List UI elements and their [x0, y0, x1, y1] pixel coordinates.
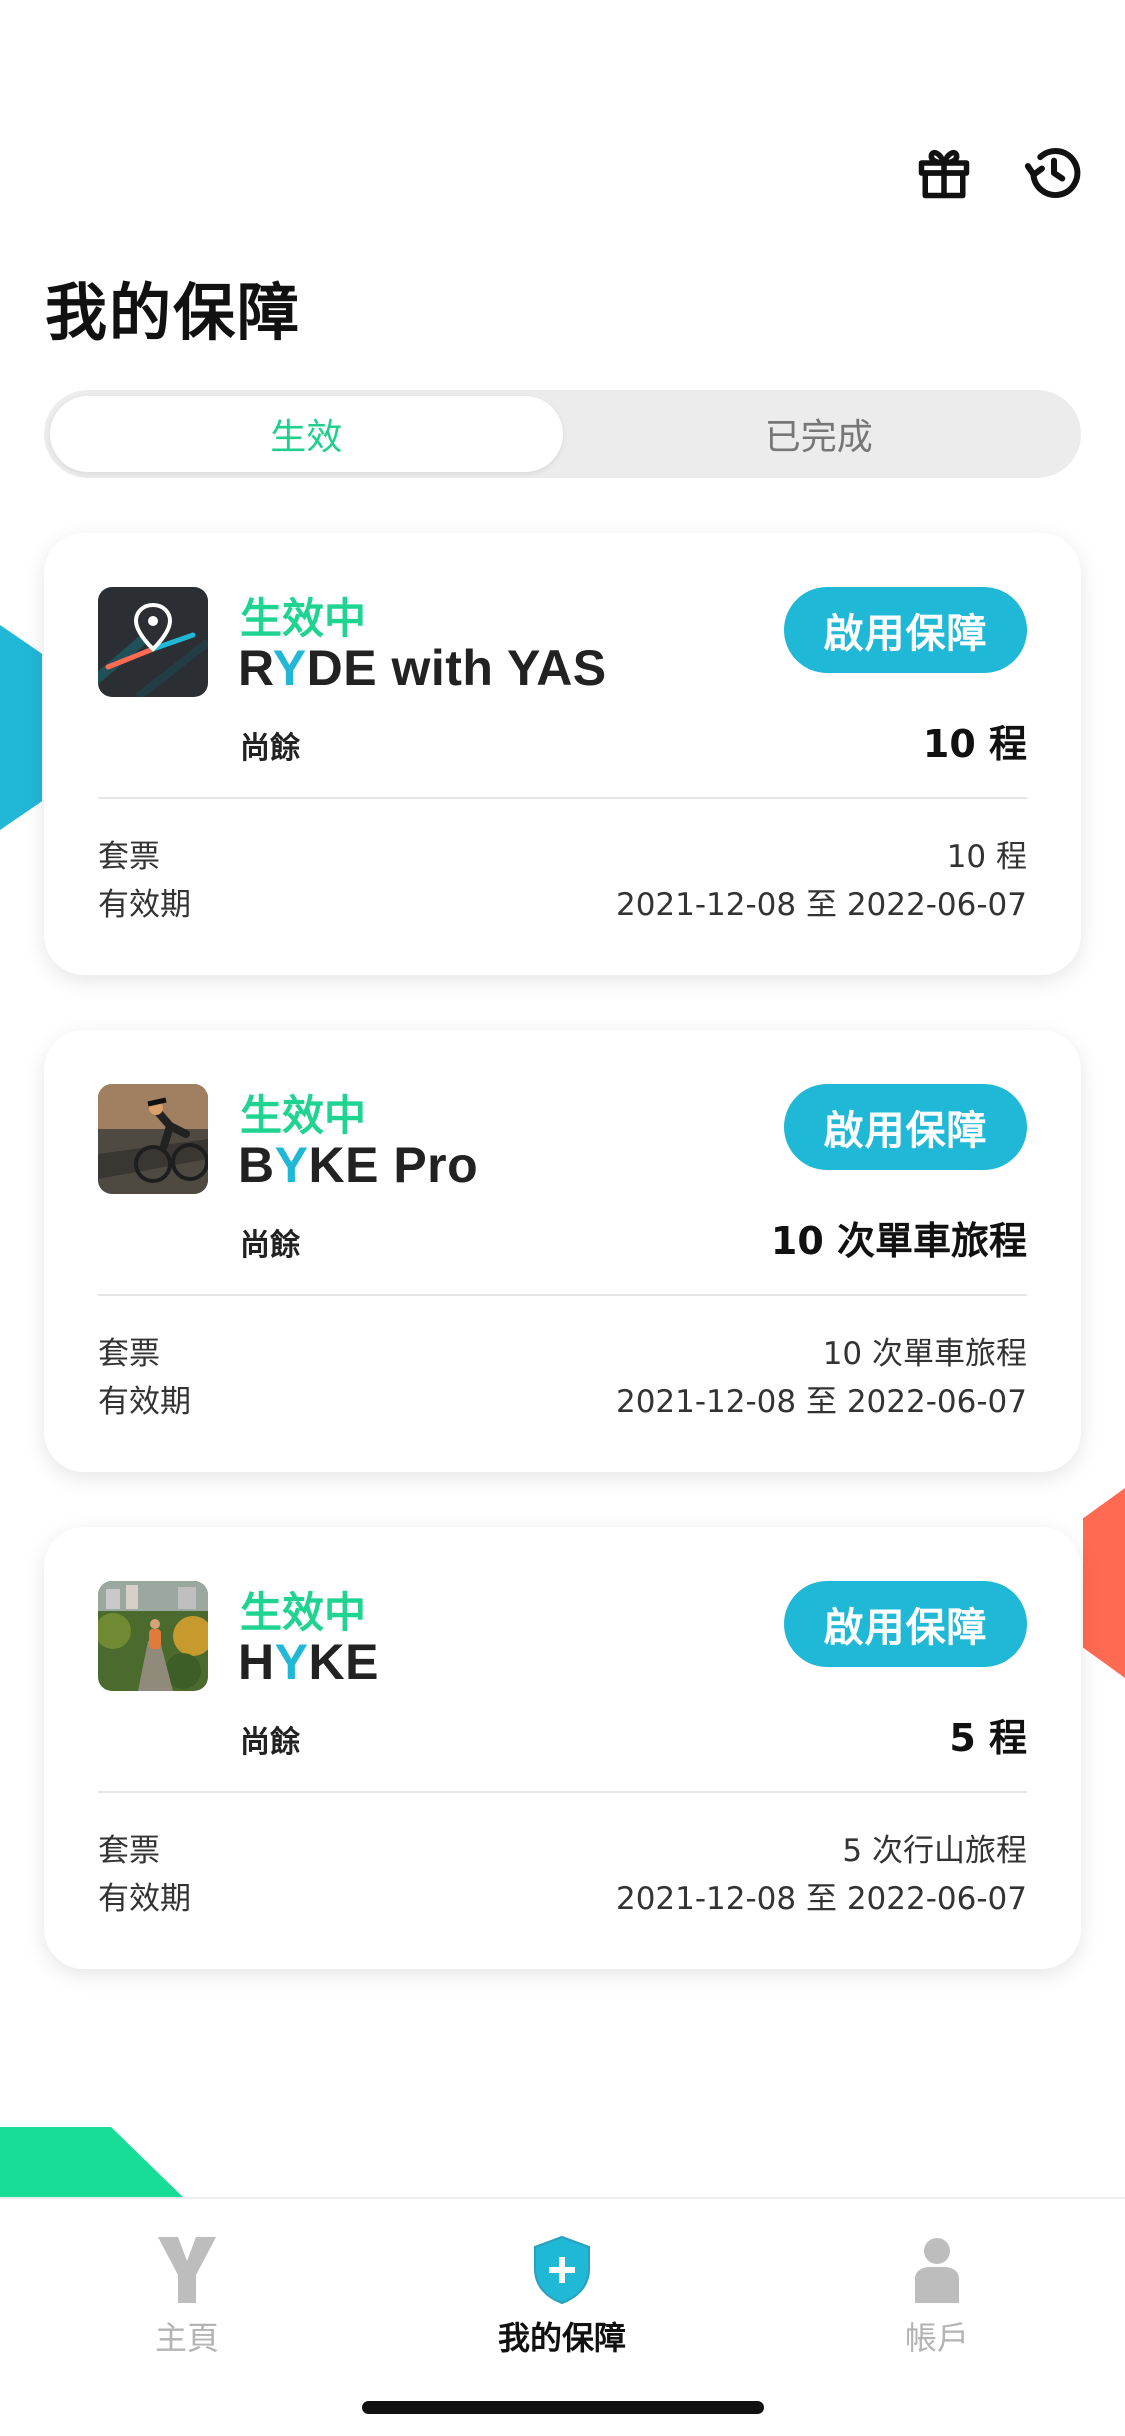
- remaining-label: 尚餘: [240, 731, 300, 766]
- product-name-y: Y: [274, 1137, 309, 1193]
- product-name-part: DE with YAS: [306, 640, 607, 696]
- remaining-label: 尚餘: [240, 1725, 300, 1760]
- y-logo-icon: [152, 2233, 222, 2307]
- header-actions: [911, 140, 1087, 206]
- nav-item-account[interactable]: 帳戶: [837, 2233, 1037, 2359]
- tab-completed[interactable]: 已完成: [563, 396, 1076, 472]
- history-icon[interactable]: [1021, 140, 1087, 206]
- validity-label: 有效期: [98, 887, 191, 923]
- shield-plus-icon: [527, 2233, 597, 2307]
- divider: [98, 797, 1027, 799]
- product-name-part: KE: [308, 1634, 379, 1690]
- person-icon: [902, 2233, 972, 2307]
- package-label: 套票: [98, 1336, 160, 1372]
- remaining-value: 5 程: [949, 1716, 1027, 1760]
- status-label: 生效中: [240, 1091, 367, 1140]
- screen: 我的保障 生效 已完成 生效中 RYDE with YAS 啟用保障 尚餘 10…: [0, 0, 1125, 2436]
- remaining-value: 10 次單車旅程: [770, 1219, 1027, 1263]
- decorative-orange-shape: [1083, 1488, 1125, 1678]
- validity-label: 有效期: [98, 1881, 191, 1917]
- product-name-y: Y: [272, 640, 307, 696]
- nav-label-account: 帳戶: [904, 2319, 969, 2357]
- map-pin-icon: [98, 587, 208, 697]
- validity-value: 2021-12-08 至 2022-06-07: [615, 1881, 1027, 1917]
- policy-card[interactable]: 生效中 BYKE Pro 啟用保障 尚餘 10 次單車旅程 套票 10 次單車旅…: [44, 1030, 1081, 1472]
- activate-coverage-button[interactable]: 啟用保障: [784, 1581, 1027, 1667]
- product-name-part: KE Pro: [308, 1137, 479, 1193]
- policy-card[interactable]: 生效中 HYKE 啟用保障 尚餘 5 程 套票 5 次行山旅程 有效期 2021…: [44, 1527, 1081, 1969]
- hiker-photo: [98, 1581, 208, 1691]
- remaining-value: 10 程: [922, 722, 1027, 766]
- status-label: 生效中: [240, 1588, 367, 1637]
- product-name-part: H: [238, 1634, 275, 1690]
- product-name-part: R: [238, 640, 273, 696]
- remaining-label: 尚餘: [240, 1228, 300, 1263]
- product-name: HYKE: [238, 1633, 379, 1691]
- nav-item-home[interactable]: 主頁: [87, 2233, 287, 2359]
- policy-card[interactable]: 生效中 RYDE with YAS 啟用保障 尚餘 10 程 套票 10 程 有…: [44, 533, 1081, 975]
- divider: [98, 1791, 1027, 1793]
- product-name: RYDE with YAS: [238, 639, 607, 697]
- activate-coverage-button[interactable]: 啟用保障: [784, 587, 1027, 673]
- page-title: 我的保障: [45, 276, 302, 349]
- home-indicator: [362, 2401, 764, 2414]
- status-label: 生效中: [240, 594, 367, 643]
- nav-item-my-coverage[interactable]: 我的保障: [462, 2233, 662, 2359]
- validity-value: 2021-12-08 至 2022-06-07: [615, 887, 1027, 923]
- activate-coverage-button[interactable]: 啟用保障: [784, 1084, 1027, 1170]
- decorative-blue-shape: [0, 625, 42, 830]
- product-name: BYKE Pro: [238, 1136, 478, 1194]
- validity-value: 2021-12-08 至 2022-06-07: [615, 1384, 1027, 1420]
- package-value: 5 次行山旅程: [842, 1833, 1027, 1869]
- nav-label-my-coverage: 我的保障: [497, 2319, 626, 2357]
- divider: [98, 1294, 1027, 1296]
- product-name-y: Y: [274, 1634, 309, 1690]
- gift-icon[interactable]: [911, 140, 977, 206]
- tab-active[interactable]: 生效: [50, 396, 563, 472]
- product-name-part: B: [238, 1137, 275, 1193]
- package-label: 套票: [98, 1833, 160, 1869]
- package-value: 10 次單車旅程: [822, 1336, 1027, 1372]
- package-value: 10 程: [946, 839, 1027, 875]
- decorative-green-shape: [0, 2127, 185, 2199]
- validity-label: 有效期: [98, 1384, 191, 1420]
- cyclist-photo: [98, 1084, 208, 1194]
- nav-label-home: 主頁: [154, 2319, 219, 2357]
- status-segmented-control: 生效 已完成: [44, 390, 1081, 478]
- package-label: 套票: [98, 839, 160, 875]
